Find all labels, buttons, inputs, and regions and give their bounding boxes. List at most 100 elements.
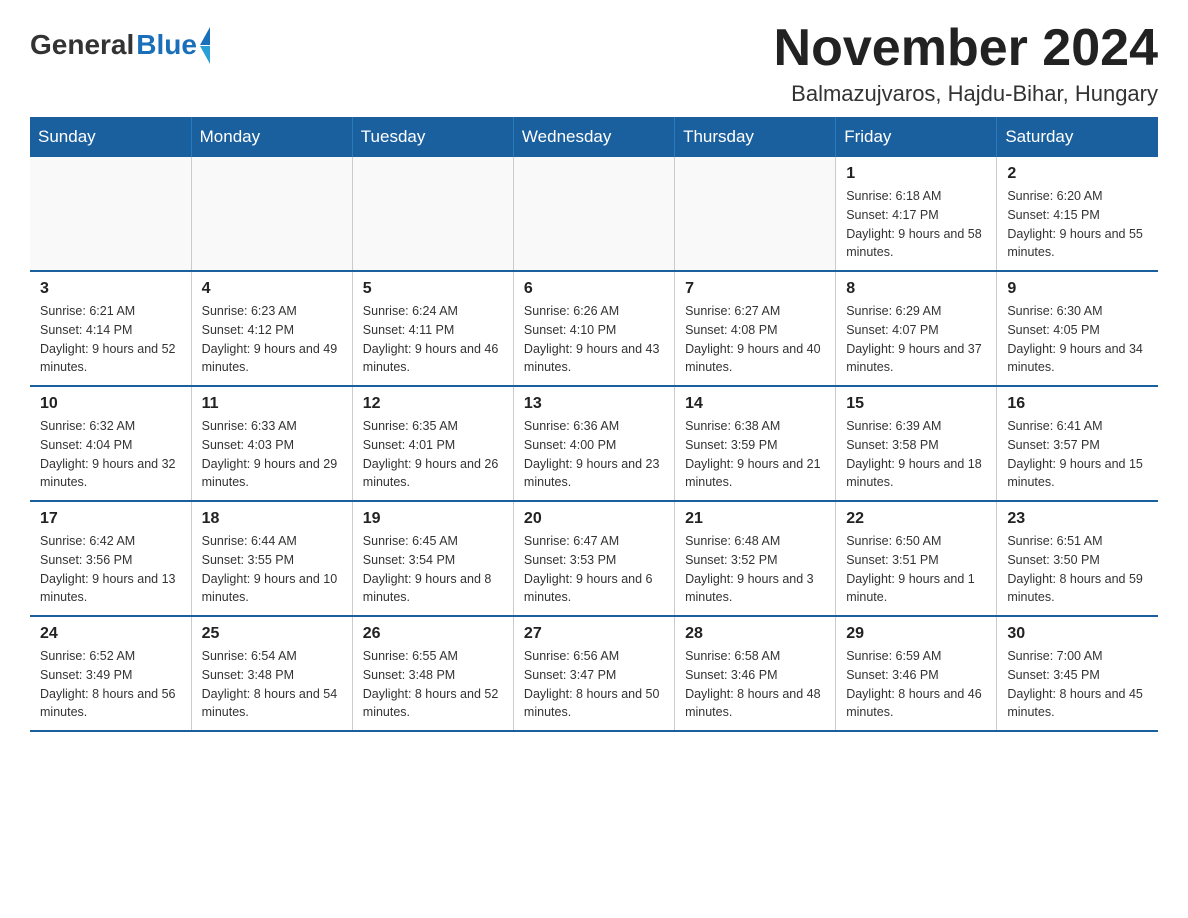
- day-info: Sunrise: 6:39 AMSunset: 3:58 PMDaylight:…: [846, 417, 986, 492]
- day-number: 14: [685, 395, 825, 413]
- calendar-cell: 22 Sunrise: 6:50 AMSunset: 3:51 PMDayligh…: [836, 501, 997, 616]
- calendar-cell: 24 Sunrise: 6:52 AMSunset: 3:49 PMDayligh…: [30, 616, 191, 731]
- calendar-cell: 13 Sunrise: 6:36 AMSunset: 4:00 PMDayligh…: [513, 386, 674, 501]
- day-number: 11: [202, 395, 342, 413]
- day-info: Sunrise: 6:27 AMSunset: 4:08 PMDaylight:…: [685, 302, 825, 377]
- day-number: 19: [363, 510, 503, 528]
- calendar-cell: 10Sunrise: 6:32 AMSunset: 4:04 PMDayligh…: [30, 386, 191, 501]
- calendar-cell: 6Sunrise: 6:26 AMSunset: 4:10 PMDaylight…: [513, 271, 674, 386]
- day-number: 4: [202, 280, 342, 298]
- day-info: Sunrise: 6:36 AMSunset: 4:00 PMDaylight:…: [524, 417, 664, 492]
- week-row-2: 3 Sunrise: 6:21 AMSunset: 4:14 PMDaylight…: [30, 271, 1158, 386]
- day-info: Sunrise: 6:54 AMSunset: 3:48 PMDaylight:…: [202, 647, 342, 722]
- weekday-header-thursday: Thursday: [675, 117, 836, 157]
- weekday-header-wednesday: Wednesday: [513, 117, 674, 157]
- day-info: Sunrise: 6:45 AMSunset: 3:54 PMDaylight:…: [363, 532, 503, 607]
- weekday-header-monday: Monday: [191, 117, 352, 157]
- calendar-cell: 14 Sunrise: 6:38 AMSunset: 3:59 PMDayligh…: [675, 386, 836, 501]
- calendar-cell: 7 Sunrise: 6:27 AMSunset: 4:08 PMDaylight…: [675, 271, 836, 386]
- day-number: 5: [363, 280, 503, 298]
- day-number: 16: [1007, 395, 1148, 413]
- day-info: Sunrise: 6:26 AMSunset: 4:10 PMDaylight:…: [524, 302, 664, 377]
- day-number: 10: [40, 395, 181, 413]
- calendar-cell: 25 Sunrise: 6:54 AMSunset: 3:48 PMDayligh…: [191, 616, 352, 731]
- calendar-cell: 4 Sunrise: 6:23 AMSunset: 4:12 PMDaylight…: [191, 271, 352, 386]
- calendar: SundayMondayTuesdayWednesdayThursdayFrid…: [30, 117, 1158, 732]
- day-number: 20: [524, 510, 664, 528]
- day-number: 1: [846, 165, 986, 183]
- calendar-cell: 9Sunrise: 6:30 AMSunset: 4:05 PMDaylight…: [997, 271, 1158, 386]
- day-info: Sunrise: 6:42 AMSunset: 3:56 PMDaylight:…: [40, 532, 181, 607]
- day-number: 29: [846, 625, 986, 643]
- day-info: Sunrise: 6:50 AMSunset: 3:51 PMDaylight:…: [846, 532, 986, 607]
- logo-blue-text: Blue: [136, 29, 197, 61]
- day-info: Sunrise: 6:58 AMSunset: 3:46 PMDaylight:…: [685, 647, 825, 722]
- day-info: Sunrise: 6:21 AMSunset: 4:14 PMDaylight:…: [40, 302, 181, 377]
- day-info: Sunrise: 6:23 AMSunset: 4:12 PMDaylight:…: [202, 302, 342, 377]
- day-number: 13: [524, 395, 664, 413]
- day-info: Sunrise: 6:33 AMSunset: 4:03 PMDaylight:…: [202, 417, 342, 492]
- week-row-3: 10Sunrise: 6:32 AMSunset: 4:04 PMDayligh…: [30, 386, 1158, 501]
- day-number: 26: [363, 625, 503, 643]
- calendar-cell: 8Sunrise: 6:29 AMSunset: 4:07 PMDaylight…: [836, 271, 997, 386]
- weekday-header-tuesday: Tuesday: [352, 117, 513, 157]
- day-number: 22: [846, 510, 986, 528]
- day-number: 15: [846, 395, 986, 413]
- calendar-cell: 15 Sunrise: 6:39 AMSunset: 3:58 PMDayligh…: [836, 386, 997, 501]
- calendar-cell: 2 Sunrise: 6:20 AMSunset: 4:15 PMDaylight…: [997, 157, 1158, 271]
- day-number: 12: [363, 395, 503, 413]
- calendar-cell: 23Sunrise: 6:51 AMSunset: 3:50 PMDayligh…: [997, 501, 1158, 616]
- calendar-cell: 17 Sunrise: 6:42 AMSunset: 3:56 PMDayligh…: [30, 501, 191, 616]
- calendar-cell: 18Sunrise: 6:44 AMSunset: 3:55 PMDayligh…: [191, 501, 352, 616]
- day-info: Sunrise: 6:35 AMSunset: 4:01 PMDaylight:…: [363, 417, 503, 492]
- day-info: Sunrise: 6:41 AMSunset: 3:57 PMDaylight:…: [1007, 417, 1148, 492]
- day-info: Sunrise: 6:55 AMSunset: 3:48 PMDaylight:…: [363, 647, 503, 722]
- day-number: 25: [202, 625, 342, 643]
- day-info: Sunrise: 6:52 AMSunset: 3:49 PMDaylight:…: [40, 647, 181, 722]
- header: General Blue November 2024 Balmazujvaros…: [30, 20, 1158, 107]
- day-number: 23: [1007, 510, 1148, 528]
- calendar-cell: 28 Sunrise: 6:58 AMSunset: 3:46 PMDayligh…: [675, 616, 836, 731]
- day-number: 28: [685, 625, 825, 643]
- calendar-cell: 20 Sunrise: 6:47 AMSunset: 3:53 PMDayligh…: [513, 501, 674, 616]
- day-info: Sunrise: 6:47 AMSunset: 3:53 PMDaylight:…: [524, 532, 664, 607]
- logo-general-text: General: [30, 29, 134, 61]
- day-info: Sunrise: 6:44 AMSunset: 3:55 PMDaylight:…: [202, 532, 342, 607]
- weekday-header-row: SundayMondayTuesdayWednesdayThursdayFrid…: [30, 117, 1158, 157]
- calendar-cell: 26 Sunrise: 6:55 AMSunset: 3:48 PMDayligh…: [352, 616, 513, 731]
- calendar-cell: 21Sunrise: 6:48 AMSunset: 3:52 PMDayligh…: [675, 501, 836, 616]
- day-info: Sunrise: 7:00 AMSunset: 3:45 PMDaylight:…: [1007, 647, 1148, 722]
- day-number: 2: [1007, 165, 1148, 183]
- day-info: Sunrise: 6:30 AMSunset: 4:05 PMDaylight:…: [1007, 302, 1148, 377]
- day-number: 7: [685, 280, 825, 298]
- month-title: November 2024: [774, 20, 1158, 77]
- calendar-cell: 30 Sunrise: 7:00 AMSunset: 3:45 PMDayligh…: [997, 616, 1158, 731]
- day-info: Sunrise: 6:48 AMSunset: 3:52 PMDaylight:…: [685, 532, 825, 607]
- calendar-cell: [30, 157, 191, 271]
- calendar-cell: 19 Sunrise: 6:45 AMSunset: 3:54 PMDayligh…: [352, 501, 513, 616]
- calendar-cell: [513, 157, 674, 271]
- day-number: 30: [1007, 625, 1148, 643]
- day-info: Sunrise: 6:56 AMSunset: 3:47 PMDaylight:…: [524, 647, 664, 722]
- day-info: Sunrise: 6:38 AMSunset: 3:59 PMDaylight:…: [685, 417, 825, 492]
- weekday-header-friday: Friday: [836, 117, 997, 157]
- location: Balmazujvaros, Hajdu-Bihar, Hungary: [774, 81, 1158, 107]
- weekday-header-sunday: Sunday: [30, 117, 191, 157]
- week-row-5: 24 Sunrise: 6:52 AMSunset: 3:49 PMDayligh…: [30, 616, 1158, 731]
- day-number: 8: [846, 280, 986, 298]
- day-info: Sunrise: 6:59 AMSunset: 3:46 PMDaylight:…: [846, 647, 986, 722]
- day-number: 17: [40, 510, 181, 528]
- day-info: Sunrise: 6:24 AMSunset: 4:11 PMDaylight:…: [363, 302, 503, 377]
- day-number: 24: [40, 625, 181, 643]
- day-info: Sunrise: 6:20 AMSunset: 4:15 PMDaylight:…: [1007, 187, 1148, 262]
- calendar-cell: [352, 157, 513, 271]
- week-row-1: 1Sunrise: 6:18 AMSunset: 4:17 PMDaylight…: [30, 157, 1158, 271]
- logo: General Blue: [30, 20, 210, 64]
- day-number: 3: [40, 280, 181, 298]
- calendar-cell: 16 Sunrise: 6:41 AMSunset: 3:57 PMDayligh…: [997, 386, 1158, 501]
- calendar-cell: 11 Sunrise: 6:33 AMSunset: 4:03 PMDayligh…: [191, 386, 352, 501]
- title-area: November 2024 Balmazujvaros, Hajdu-Bihar…: [774, 20, 1158, 107]
- calendar-cell: 5 Sunrise: 6:24 AMSunset: 4:11 PMDaylight…: [352, 271, 513, 386]
- calendar-cell: 29 Sunrise: 6:59 AMSunset: 3:46 PMDayligh…: [836, 616, 997, 731]
- calendar-cell: 12 Sunrise: 6:35 AMSunset: 4:01 PMDayligh…: [352, 386, 513, 501]
